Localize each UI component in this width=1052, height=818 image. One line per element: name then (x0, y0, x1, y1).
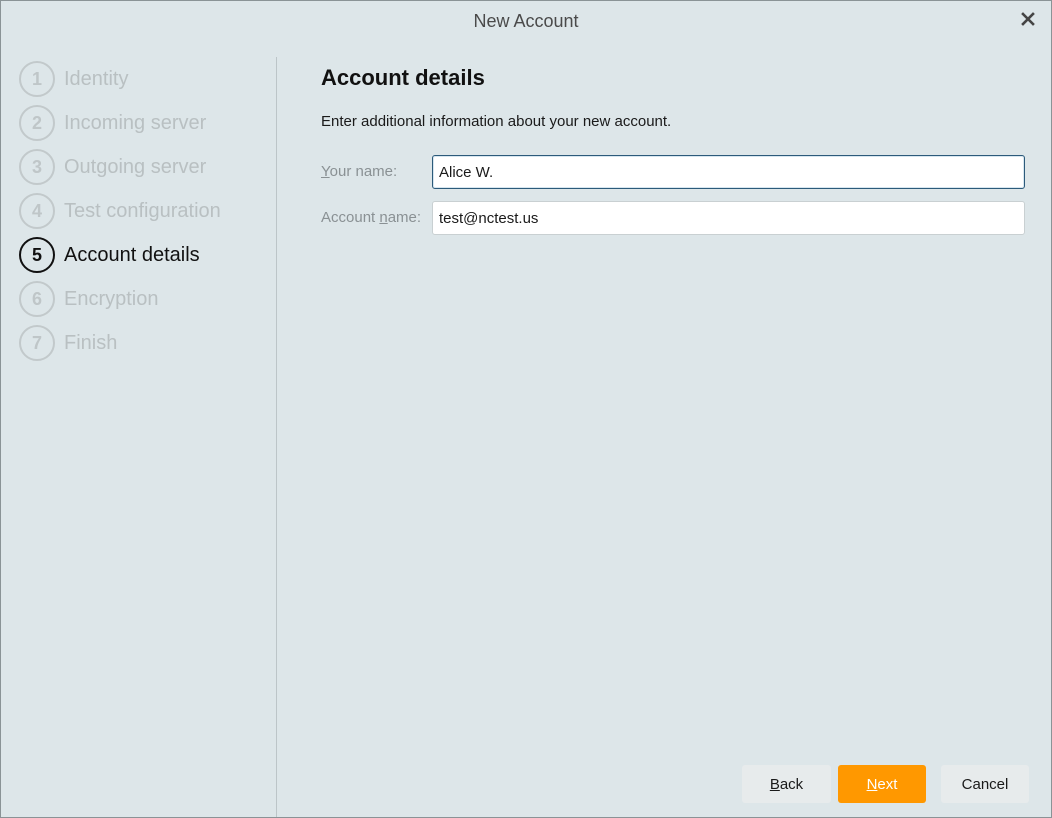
main-content: Account details Enter additional informa… (321, 1, 1051, 817)
next-button[interactable]: Next (838, 765, 926, 803)
step-label: Finish (64, 331, 118, 354)
step-label: Incoming server (64, 111, 207, 134)
your-name-input[interactable] (432, 155, 1025, 189)
your-name-label: Your name: (321, 163, 398, 180)
step-identity: 1 Identity (19, 61, 128, 97)
page-title: Account details (321, 65, 485, 90)
step-finish: 7 Finish (19, 325, 117, 361)
wizard-steps-sidebar: 1 Identity 2 Incoming server 3 Outgoing … (1, 57, 277, 817)
step-label: Encryption (64, 287, 159, 310)
new-account-dialog: New Account 1 Identity 2 Incoming server… (0, 0, 1052, 818)
step-number: 3 (19, 149, 55, 185)
account-name-label: Account name: (321, 209, 422, 226)
step-number: 1 (19, 61, 55, 97)
step-encryption: 6 Encryption (19, 281, 159, 317)
step-incoming-server: 2 Incoming server (19, 105, 206, 141)
step-label: Outgoing server (64, 155, 207, 178)
step-number: 4 (19, 193, 55, 229)
back-button[interactable]: Back (742, 765, 831, 803)
step-outgoing-server: 3 Outgoing server (19, 149, 206, 185)
step-number: 2 (19, 105, 55, 141)
step-label: Account details (64, 243, 200, 266)
step-label: Identity (64, 67, 129, 90)
step-account-details: 5 Account details (19, 237, 200, 273)
step-label: Test configuration (64, 199, 221, 222)
account-name-input[interactable] (432, 201, 1025, 235)
step-number: 7 (19, 325, 55, 361)
step-number: 6 (19, 281, 55, 317)
step-number: 5 (19, 237, 55, 273)
cancel-button[interactable]: Cancel (941, 765, 1029, 803)
page-description: Enter additional information about your … (321, 113, 672, 130)
step-test-configuration: 4 Test configuration (19, 193, 221, 229)
